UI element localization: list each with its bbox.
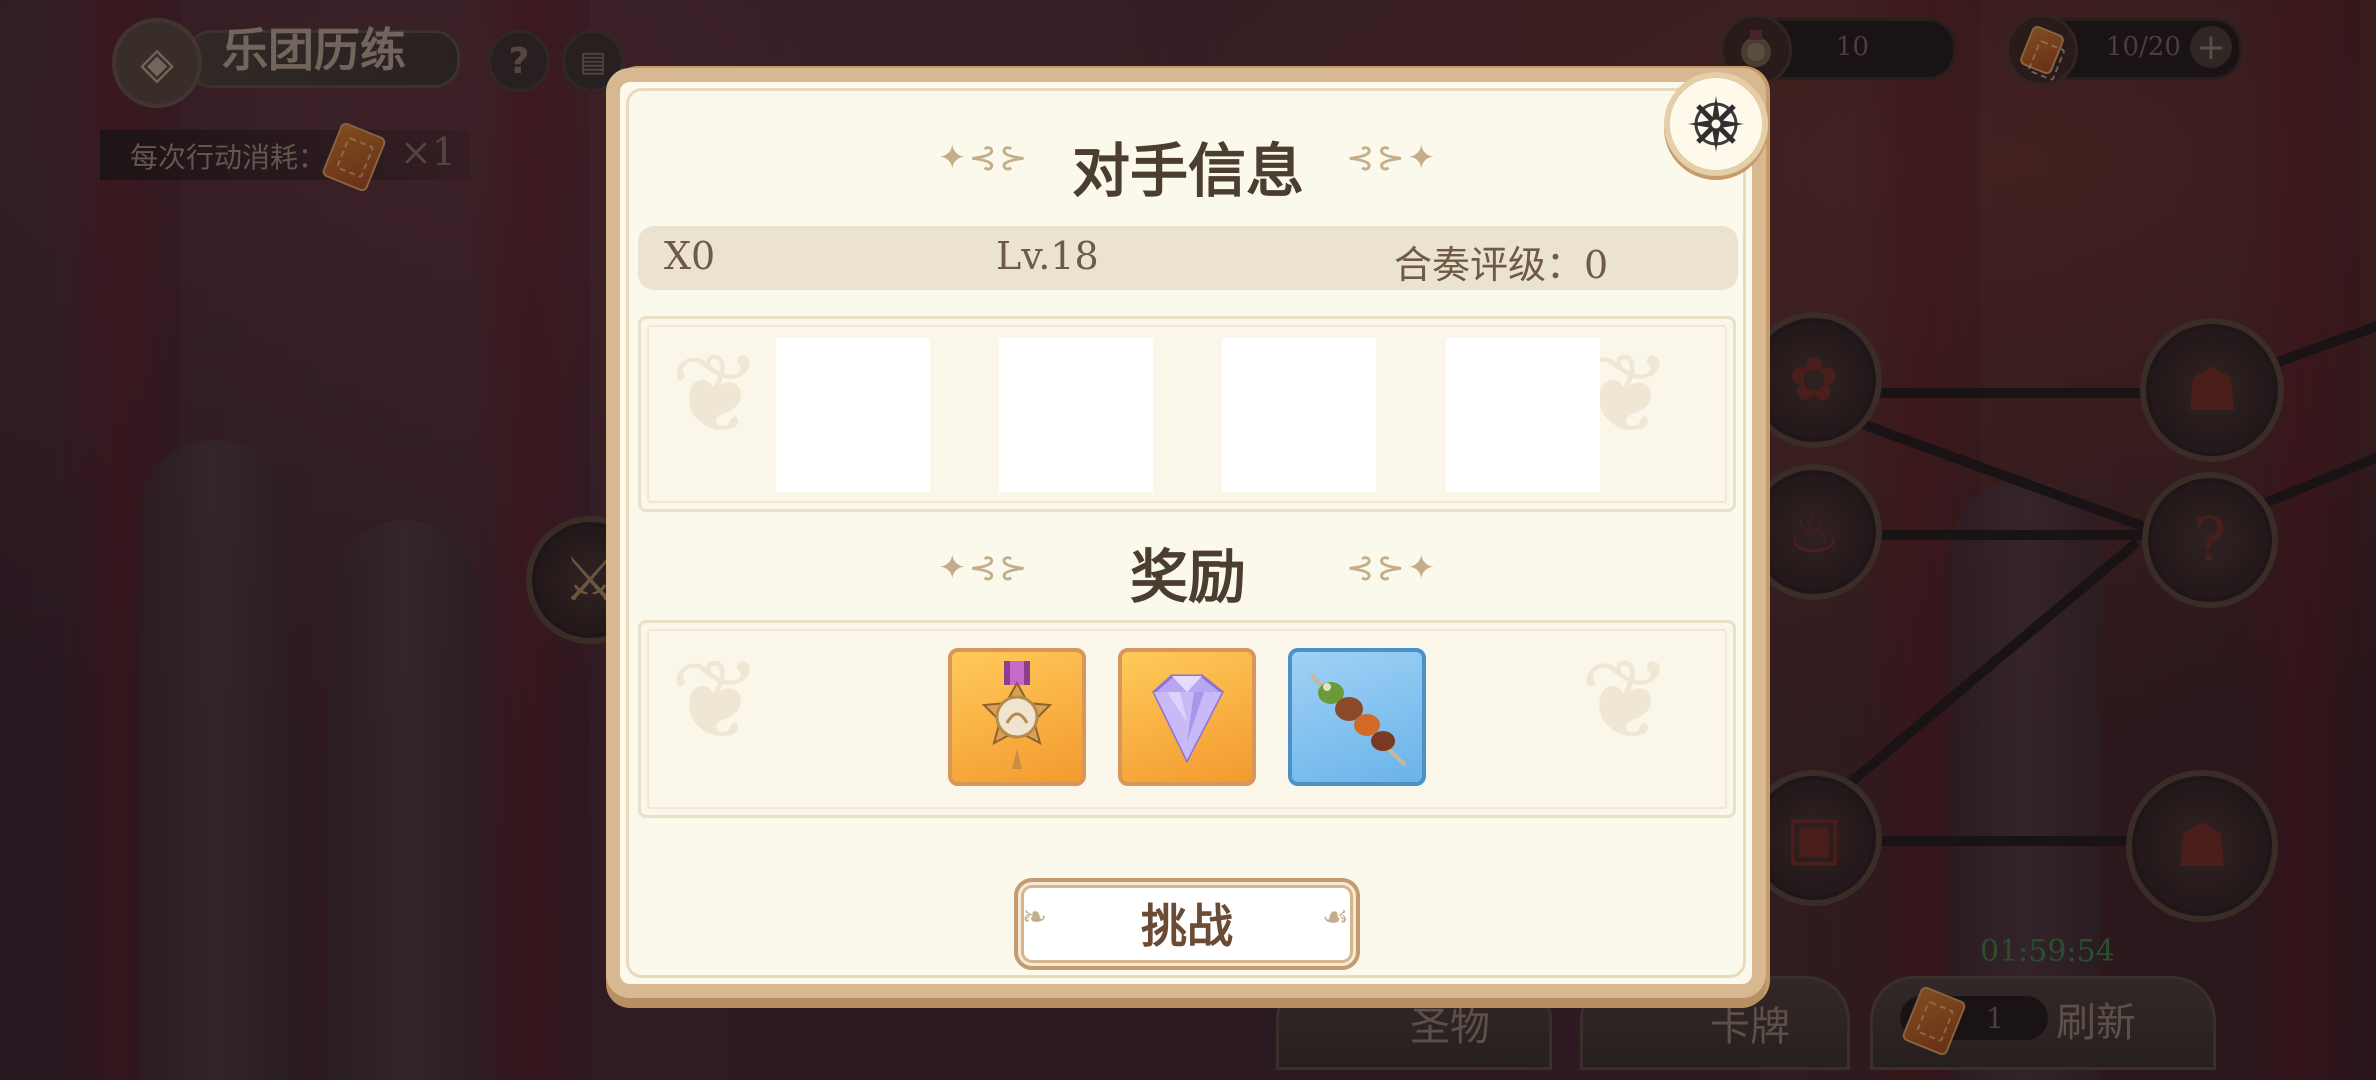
scroll-ornament-icon: ❦ (670, 636, 763, 764)
close-icon (1688, 96, 1744, 152)
skewer-icon (1309, 673, 1407, 767)
opponent-card-slot[interactable] (1446, 338, 1600, 492)
challenge-label: 挑战 (1141, 899, 1233, 953)
close-button[interactable] (1664, 72, 1768, 176)
rewards-title: 奖励 (1129, 543, 1246, 611)
reward-medal[interactable] (948, 648, 1086, 786)
opponent-card-slot[interactable] (776, 338, 930, 492)
reward-flourish-right: ⊰⊱✦ (1346, 548, 1438, 588)
opponent-level: Lv.18 (996, 234, 1099, 278)
opponent-card-slot[interactable] (1222, 338, 1376, 492)
scroll-ornament-icon: ❦ (670, 330, 763, 458)
opponent-rating: 合奏评级：0 (1394, 243, 1609, 287)
medal-icon (981, 661, 1053, 769)
scroll-ornament-icon: ❦ (1580, 636, 1673, 764)
dialog-title: 对手信息 (1071, 137, 1304, 205)
crystal-icon (1152, 674, 1224, 764)
reward-skewer[interactable] (1288, 648, 1426, 786)
title-flourish-right: ⊰⊱✦ (1346, 138, 1438, 178)
reward-crystal[interactable] (1118, 648, 1256, 786)
opponent-card-slot[interactable] (999, 338, 1153, 492)
opponent-name: X0 (664, 234, 716, 278)
